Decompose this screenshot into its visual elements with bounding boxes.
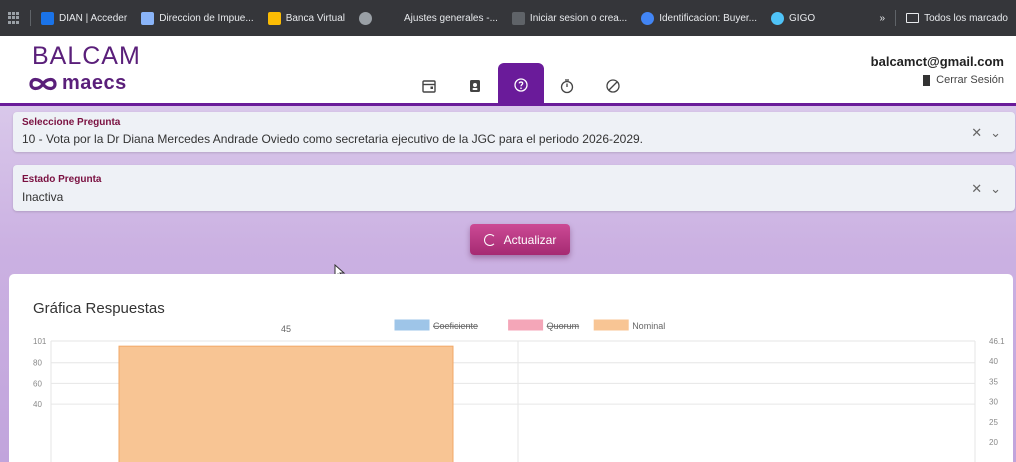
logout-link[interactable]: Cerrar Sesión [923, 74, 1004, 86]
legend-swatch [593, 319, 629, 331]
update-button[interactable]: Actualizar [470, 224, 570, 255]
bookmarks-bar: DIAN | Acceder Direccion de Impue... Banca… [0, 0, 1016, 36]
chevron-down-icon[interactable]: ⌄ [990, 181, 1001, 197]
bookmark-item[interactable]: Identificacion: Buyer... [641, 11, 758, 25]
y-right-tick-label: 40 [989, 357, 998, 366]
bar [118, 345, 454, 462]
bookmark-label: Iniciar sesion o crea... [529, 12, 628, 24]
bookmark-label: GIGO [789, 12, 816, 24]
bookmark-item[interactable]: GIGO [771, 11, 816, 25]
main-toolbar [406, 63, 636, 107]
disabled-tool-button[interactable] [590, 65, 636, 107]
bank-icon [267, 11, 281, 25]
y-tick-label: 80 [33, 359, 42, 368]
bookmark-item[interactable] [358, 11, 372, 25]
bookmarks-right: » Todos los marcado [880, 0, 1008, 36]
timer-icon [560, 79, 574, 94]
logo-maecs-text: maecs [62, 72, 127, 94]
gigo-icon [771, 11, 785, 25]
status-select-value: Inactiva [22, 190, 64, 204]
y-right-tick-label: 46.1 [989, 337, 1005, 346]
content-area: Seleccione Pregunta 10 - Vota por la Dr … [0, 106, 1016, 462]
bookmarks-separator-right [895, 10, 897, 26]
legend-swatch [508, 319, 544, 331]
globe-icon [358, 11, 372, 25]
bookmarks-separator [30, 10, 31, 26]
apps-grid-icon[interactable] [8, 12, 20, 24]
bookmark-item[interactable]: DIAN | Acceder [41, 11, 128, 25]
infinity-logo-icon [29, 77, 57, 90]
bookmark-item[interactable]: Banca Virtual [267, 11, 345, 25]
logo-maecs: maecs [28, 72, 127, 95]
y-tick-label: 60 [33, 379, 42, 388]
bookmark-item[interactable]: Iniciar sesion o crea... [511, 11, 628, 25]
dian-icon [41, 11, 54, 25]
settings-icon [385, 11, 399, 25]
chart-card: Gráfica Respuestas Coeficiente Quorum Nomi… [9, 274, 1013, 462]
bookmark-item[interactable]: Ajustes generales -... [385, 11, 498, 25]
all-bookmarks-button[interactable]: Todos los marcado [906, 13, 1008, 24]
bookmark-label: Ajustes generales -... [403, 12, 498, 24]
logout-label: Cerrar Sesión [936, 74, 1004, 86]
legend-label: Coeficiente [433, 321, 478, 331]
calendar-icon [422, 80, 436, 93]
legend-label: Quorum [547, 321, 580, 331]
bookmark-item[interactable]: Direccion de Impue... [141, 11, 254, 25]
bookmark-label: Direccion de Impue... [159, 12, 254, 24]
user-email: balcamct@gmail.com [870, 54, 1004, 69]
bookmark-label: Banca Virtual [285, 12, 345, 24]
door-icon [923, 74, 931, 86]
update-button-label: Actualizar [503, 232, 557, 247]
y-right-tick-label: 25 [989, 418, 998, 427]
legend-swatch [394, 319, 430, 331]
id-card-tool-button[interactable] [452, 65, 498, 107]
y-tick-label: 40 [33, 400, 42, 409]
chevron-down-icon[interactable]: ⌄ [990, 125, 1001, 141]
status-select-label: Estado Pregunta [22, 174, 102, 185]
y-right-tick-label: 20 [989, 438, 998, 447]
calendar-tool-button[interactable] [406, 65, 452, 107]
arrow-icon [141, 11, 155, 25]
status-select-controls: ✕ ⌄ [971, 181, 1001, 197]
clear-icon[interactable]: ✕ [971, 181, 982, 197]
question-icon [514, 78, 528, 92]
disabled-icon [606, 79, 620, 93]
app-header: BALCAM maecs balcamct@gmail.com Cerrar S… [0, 36, 1016, 107]
responses-chart: Coeficiente Quorum Nominal 101 80 60 40 46.1 40 3… [33, 319, 1005, 462]
all-bookmarks-label: Todos los marcado [924, 12, 1008, 24]
legend-label: Nominal [632, 321, 665, 331]
bookmark-label: DIAN | Acceder [59, 12, 128, 24]
y-right-tick-label: 35 [989, 377, 998, 386]
question-select[interactable]: Seleccione Pregunta 10 - Vota por la Dr … [13, 112, 1015, 152]
bookmark-label: Identificacion: Buyer... [659, 12, 758, 24]
login-icon [511, 11, 525, 25]
logo-balcam: BALCAM [32, 42, 141, 70]
status-select[interactable]: Estado Pregunta Inactiva ✕ ⌄ [13, 165, 1015, 211]
id-card-icon [470, 80, 480, 92]
y-tick-label: 101 [33, 337, 47, 346]
question-select-value: 10 - Vota por la Dr Diana Mercedes Andra… [22, 132, 644, 146]
bookmarks-overflow-button[interactable]: » [880, 13, 886, 24]
bar-data-label: 45 [281, 324, 291, 334]
refresh-icon [483, 233, 496, 246]
clear-icon[interactable]: ✕ [971, 125, 982, 141]
timer-tool-button[interactable] [544, 65, 590, 107]
question-tool-button[interactable] [498, 63, 544, 107]
question-select-label: Seleccione Pregunta [22, 117, 121, 128]
folder-icon [906, 13, 920, 23]
y-right-tick-label: 30 [989, 398, 998, 407]
question-select-controls: ✕ ⌄ [971, 125, 1001, 141]
id-icon [641, 11, 655, 25]
